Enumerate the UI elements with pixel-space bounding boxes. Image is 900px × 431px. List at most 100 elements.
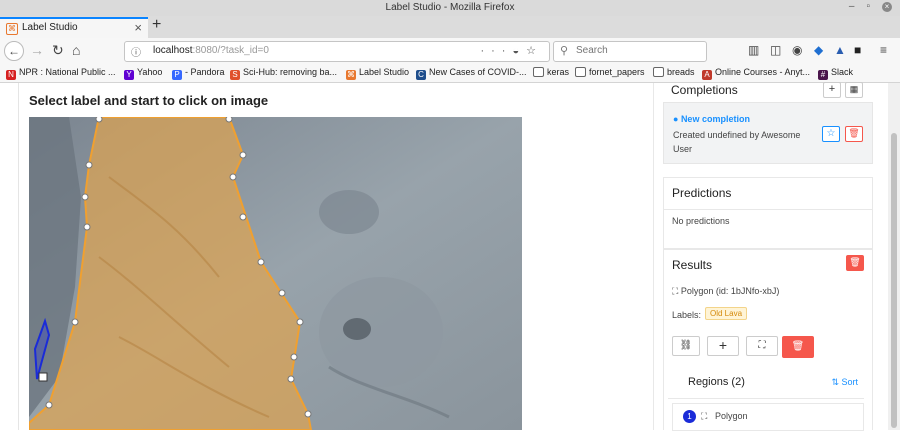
sort-label: Sort <box>841 377 858 387</box>
view-all-icon[interactable]: ▦ <box>845 82 863 98</box>
delete-region-icon[interactable]: 🗑 <box>782 336 814 358</box>
results-panel: Results 🗑 ⛶ Polygon (id: 1bJNfo-xbJ) Lab… <box>663 249 873 431</box>
delete-completion-icon[interactable]: 🗑 <box>845 126 863 142</box>
add-completion-button[interactable]: + <box>823 82 841 98</box>
new-tab-icon[interactable]: + <box>152 16 161 34</box>
satellite-image[interactable] <box>29 117 522 430</box>
bookmark-label: Online Courses - Anyt... <box>715 67 811 77</box>
close-tab-icon[interactable]: × <box>134 20 142 35</box>
polygon-icon: ⛶ <box>672 286 679 296</box>
regions-title: Regions (2) <box>688 376 745 388</box>
completion-item[interactable]: ● New completion Created undefined by Aw… <box>663 102 873 164</box>
page-heading: Select label and start to click on image <box>29 93 269 108</box>
account-icon[interactable]: ◉ <box>792 43 802 57</box>
crater <box>343 318 371 340</box>
bookmark-folder-breads[interactable]: breads <box>653 67 695 77</box>
menu-icon[interactable]: ≡ <box>880 43 887 57</box>
tab-title: Label Studio <box>22 22 78 33</box>
bookmark-pandora[interactable]: P- Pandora <box>172 67 225 80</box>
search-icon: ⚲ <box>560 45 569 57</box>
library-icon[interactable]: ▥ <box>748 43 759 57</box>
link-icon[interactable]: ⛓ <box>672 336 700 356</box>
folder-icon <box>575 67 586 77</box>
window-titlebar: Label Studio - Mozilla Firefox –▫ × <box>0 0 900 17</box>
region-summary[interactable]: ⛶ Polygon (id: 1bJNfo-xbJ) <box>672 286 779 297</box>
search-box[interactable]: ⚲ <box>553 41 707 62</box>
slack-icon: # <box>818 70 828 80</box>
extension-icon[interactable]: ◆ <box>814 43 823 57</box>
sidebar-icon[interactable]: ◫ <box>770 43 781 57</box>
url-text[interactable]: localhost:8080/?task_id=0 <box>153 45 269 56</box>
star-icon[interactable]: ☆ <box>822 126 840 142</box>
region-label: Polygon <box>715 411 748 421</box>
bookmark-yahoo[interactable]: Y Yahoo <box>124 67 162 80</box>
results-title: Results <box>672 258 713 272</box>
minimize-icon[interactable]: – <box>849 1 867 12</box>
url-actions: ···◒☆ <box>480 44 543 57</box>
reload-icon[interactable]: ↻ <box>52 42 64 59</box>
bookmark-label: fornet_papers <box>589 67 645 77</box>
extension-dark-icon[interactable]: ■ <box>854 43 861 57</box>
predictions-divider <box>664 209 872 210</box>
label-studio-icon: ⌘ <box>346 70 356 80</box>
bookmark-label-studio[interactable]: ⌘ Label Studio <box>346 67 409 80</box>
polygon-icon: ⛶ <box>701 411 708 421</box>
coursera-icon: A <box>702 70 712 80</box>
url-bar[interactable]: ⓘ localhost:8080/?task_id=0 ···◒☆ <box>124 41 550 62</box>
bookmark-covid[interactable]: C New Cases of COVID-... <box>416 67 527 80</box>
close-window-icon[interactable]: × <box>882 2 892 12</box>
bookmark-label: breads <box>667 67 695 77</box>
url-host: localhost <box>153 45 193 56</box>
region-summary-text: Polygon (id: 1bJNfo-xbJ) <box>680 286 780 296</box>
cdc-icon: C <box>416 70 426 80</box>
window-title: Label Studio - Mozilla Firefox <box>385 2 515 13</box>
bookmark-label: New Cases of COVID-... <box>429 67 527 77</box>
scihub-icon: S <box>230 70 240 80</box>
bookmark-folder-keras[interactable]: keras <box>533 67 569 77</box>
completion-description: Created undefined by Awesome User <box>673 130 801 154</box>
pocket-icon[interactable]: ◒ <box>512 45 526 57</box>
completions-title: Completions <box>671 83 738 97</box>
bookmark-label: Yahoo <box>137 67 163 77</box>
page-actions-icon[interactable]: ··· <box>480 45 512 57</box>
bookmark-label: keras <box>547 67 570 77</box>
bookmark-label: - Pandora <box>185 67 225 77</box>
scrollbar-thumb[interactable] <box>891 133 897 428</box>
page-content: Select label and start to click on image <box>0 82 900 431</box>
predictions-title: Predictions <box>672 186 732 200</box>
forward-icon[interactable]: → <box>30 42 44 58</box>
label-studio-icon: ⌘ <box>6 23 18 35</box>
completion-title[interactable]: ● New completion <box>673 114 750 124</box>
tab-label-studio[interactable]: ⌘ Label Studio × <box>0 17 148 38</box>
vertex-handle[interactable] <box>38 372 48 382</box>
bookmark-online-courses[interactable]: A Online Courses - Anyt... <box>702 67 810 80</box>
extension-shield-icon[interactable]: ▲ <box>834 43 846 57</box>
bookmark-slack[interactable]: # Slack <box>818 67 853 80</box>
bookmark-npr[interactable]: N NPR : National Public ... <box>6 67 116 80</box>
url-path: :8080/?task_id=0 <box>192 45 269 56</box>
region-list-item[interactable]: 1 ⛶ Polygon <box>672 403 864 431</box>
terrain-hill <box>319 190 379 234</box>
npr-icon: N <box>6 70 16 80</box>
site-info-icon[interactable]: ⓘ <box>131 44 141 59</box>
predictions-panel: Predictions No predictions <box>663 177 873 249</box>
bookmark-label: Slack <box>831 67 854 77</box>
delete-all-results-icon[interactable]: 🗑 <box>846 255 864 271</box>
left-edge-divider <box>18 83 19 430</box>
search-input[interactable] <box>574 44 698 57</box>
bookmark-folder-fornet[interactable]: fornet_papers <box>575 67 645 77</box>
back-icon[interactable]: ← <box>4 41 24 61</box>
maximize-icon[interactable]: ▫ <box>866 1 882 12</box>
bookmark-scihub[interactable]: S Sci-Hub: removing ba... <box>230 67 337 80</box>
bookmark-label: NPR : National Public ... <box>19 67 116 77</box>
sort-button[interactable]: ⇅ Sort <box>831 377 858 388</box>
navigation-bar: ← → ↻ ⌂ ⓘ localhost:8080/?task_id=0 ···◒… <box>0 38 900 64</box>
bookmark-star-icon[interactable]: ☆ <box>526 45 543 57</box>
bookmark-label: Sci-Hub: removing ba... <box>243 67 338 77</box>
page-scrollbar[interactable] <box>888 83 900 430</box>
home-icon[interactable]: ⌂ <box>72 42 80 58</box>
focus-region-icon[interactable]: ⛶ <box>746 336 778 356</box>
image-canvas[interactable] <box>29 117 522 430</box>
add-result-button[interactable]: + <box>707 336 739 356</box>
folder-icon <box>653 67 664 77</box>
